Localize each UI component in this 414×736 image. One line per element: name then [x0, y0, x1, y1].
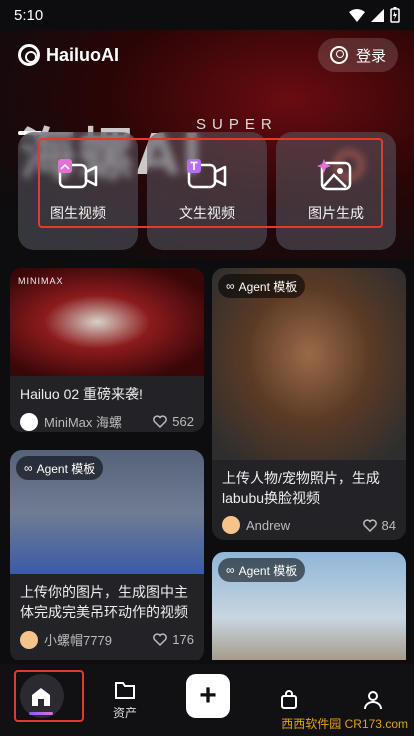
- status-bar: 5:10: [0, 0, 414, 30]
- card-author[interactable]: Andrew: [222, 516, 290, 534]
- feed-card[interactable]: ∞ Agent 模板 上传人物/宠物照片，生成labubu换脸视频 Andrew…: [212, 268, 406, 540]
- feed-card[interactable]: ∞ Agent 模板 上传你的图片，生成图中主体完成完美吊环动作的视频 小螺帽7…: [10, 450, 204, 660]
- like-count: 84: [381, 517, 396, 533]
- card-meta: Andrew 84: [222, 516, 396, 534]
- heart-icon: [362, 518, 377, 532]
- like-count: 176: [172, 632, 194, 647]
- card-title: Hailuo 02 重磅来袭!: [20, 386, 143, 402]
- hero-super-text: SUPER: [196, 116, 278, 133]
- card-author[interactable]: MiniMax 海螺: [20, 412, 122, 431]
- author-name: 小螺帽7779: [44, 633, 112, 648]
- text-to-video-icon: [187, 159, 227, 189]
- quick-actions: 图生视频 文生视频 图片生成: [18, 132, 396, 250]
- card-title: 上传人物/宠物照片，生成labubu换脸视频: [222, 470, 380, 506]
- author-name: Andrew: [246, 517, 291, 533]
- image-to-video-label: 图生视频: [50, 205, 106, 221]
- plus-icon: +: [199, 679, 217, 712]
- card-body: Hailuo 02 重磅来袭! MiniMax 海螺 562: [10, 376, 204, 432]
- infinity-icon: ∞: [24, 461, 33, 475]
- feed-card[interactable]: ∞ Agent 模板: [212, 552, 406, 660]
- hailuo-logo-icon: [18, 44, 40, 66]
- content-feed[interactable]: MINIMAX Hailuo 02 重磅来袭! MiniMax 海螺 562 ∞…: [10, 268, 406, 660]
- status-time: 5:10: [14, 6, 44, 24]
- agent-badge-label: Agent 模板: [238, 279, 298, 294]
- assets-label: 资产: [112, 705, 137, 720]
- card-thumbnail: MINIMAX: [10, 268, 204, 376]
- card-thumbnail: ∞ Agent 模板: [212, 268, 406, 460]
- agent-badge-label: Agent 模板: [238, 563, 298, 578]
- home-tab-highlight: [14, 670, 84, 722]
- agent-badge: ∞ Agent 模板: [218, 558, 306, 582]
- brand-name: HailuoAI: [46, 44, 120, 65]
- image-generate-icon: [317, 159, 352, 191]
- heart-icon: [153, 633, 168, 646]
- image-to-video-button[interactable]: 图生视频: [18, 132, 138, 250]
- user-icon: [329, 46, 348, 64]
- avatar: [222, 516, 240, 534]
- like-button[interactable]: 84: [362, 517, 396, 533]
- login-button[interactable]: 登录: [317, 38, 398, 72]
- like-button[interactable]: 562: [153, 414, 194, 429]
- create-button[interactable]: +: [186, 674, 230, 718]
- image-generate-button[interactable]: 图片生成: [276, 132, 396, 250]
- feed-card[interactable]: MINIMAX Hailuo 02 重磅来袭! MiniMax 海螺 562: [10, 268, 204, 432]
- card-body: 上传你的图片，生成图中主体完成完美吊环动作的视频 小螺帽7779 176: [10, 574, 204, 657]
- card-thumbnail: ∞ Agent 模板: [10, 450, 204, 574]
- bottom-tab-bar: 资产 + 西西软件园 CR173.com: [0, 664, 414, 736]
- status-icons: [349, 7, 400, 23]
- card-meta: MiniMax 海螺 562: [20, 412, 194, 431]
- card-author[interactable]: 小螺帽7779: [20, 630, 112, 649]
- bag-icon: [281, 690, 297, 709]
- author-name: MiniMax 海螺: [44, 415, 123, 430]
- avatar: [20, 412, 38, 431]
- card-badge: MINIMAX: [18, 276, 64, 286]
- image-generate-label: 图片生成: [308, 205, 364, 221]
- card-body: 上传人物/宠物照片，生成labubu换脸视频 Andrew 84: [212, 460, 406, 540]
- image-to-video-icon: [58, 159, 98, 189]
- avatar: [20, 630, 38, 649]
- wifi-icon: [349, 8, 365, 22]
- heart-icon: [153, 415, 168, 428]
- card-thumbnail: ∞ Agent 模板: [212, 552, 406, 660]
- infinity-icon: ∞: [226, 563, 235, 577]
- tab-assets[interactable]: 资产: [84, 664, 166, 736]
- infinity-icon: ∞: [226, 279, 235, 293]
- card-title: 上传你的图片，生成图中主体完成完美吊环动作的视频: [20, 584, 188, 620]
- agent-badge-label: Agent 模板: [36, 461, 96, 476]
- text-to-video-label: 文生视频: [179, 205, 235, 221]
- agent-badge: ∞ Agent 模板: [16, 456, 104, 480]
- card-meta: 小螺帽7779 176: [20, 630, 194, 649]
- profile-icon: [364, 691, 382, 710]
- signal-icon: [371, 8, 384, 22]
- login-label: 登录: [355, 47, 386, 65]
- agent-badge: ∞ Agent 模板: [218, 274, 306, 298]
- like-count: 562: [172, 414, 194, 429]
- brand: HailuoAI: [18, 44, 119, 66]
- battery-icon: [390, 7, 400, 23]
- folder-icon: [115, 681, 135, 699]
- like-button[interactable]: 176: [153, 632, 194, 647]
- text-to-video-button[interactable]: 文生视频: [147, 132, 267, 250]
- watermark: 西西软件园 CR173.com: [281, 717, 408, 731]
